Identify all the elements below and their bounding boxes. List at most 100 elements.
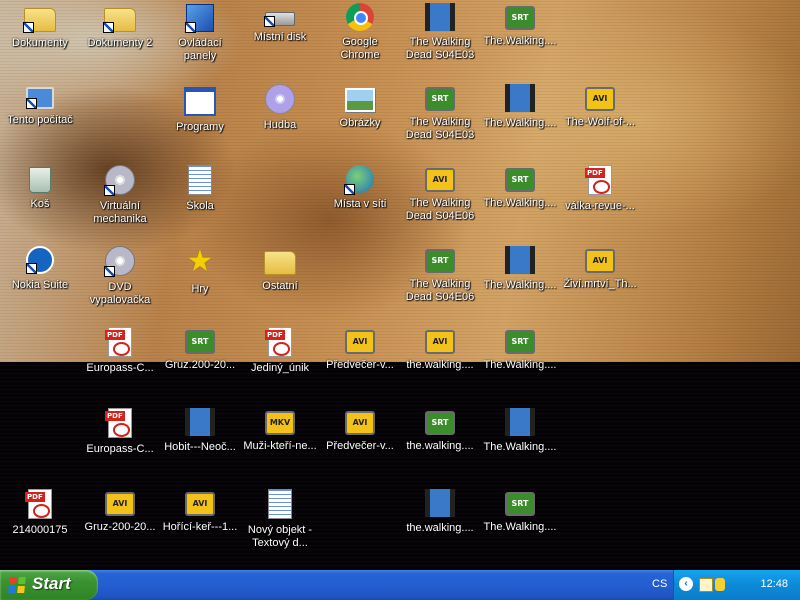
desktop-icon-dokumenty-2[interactable]: Dokumenty 2 bbox=[80, 0, 160, 80]
desktop-icon-srt[interactable]: SRT The Walking Dead S04E03 bbox=[400, 81, 480, 161]
desktop-icon-pdf[interactable]: Europass-C... bbox=[80, 324, 160, 404]
icon-label: Nokia Suite bbox=[11, 279, 69, 291]
desktop-icon-avi[interactable]: AVI Hořící-keř---1... bbox=[160, 486, 240, 566]
desktop-icon-google-chrome[interactable]: Google Chrome bbox=[320, 0, 400, 80]
desktop-icon-avi[interactable]: AVI Gruz-200-20... bbox=[80, 486, 160, 566]
pictures-icon bbox=[345, 88, 375, 112]
desktop-icon-srt[interactable]: SRT The.Walking.... bbox=[480, 486, 560, 566]
icon-label: Předvečer-v... bbox=[326, 440, 394, 452]
icon-label: The.Walking.... bbox=[483, 359, 557, 371]
icon-label: The-Wolf-of-... bbox=[564, 116, 636, 128]
desktop-icon-video[interactable]: The.Walking.... bbox=[480, 243, 560, 323]
video-file-icon bbox=[505, 84, 535, 112]
icon-label: válka-revue-... bbox=[565, 200, 635, 212]
icon-label: Místa v síti bbox=[333, 198, 387, 210]
desktop-icon-games[interactable]: ★ Hry bbox=[160, 243, 240, 323]
desktop-icon-programs[interactable]: Programy bbox=[160, 81, 240, 161]
desktop-icon-avi[interactable]: AVI The-Wolf-of-... bbox=[560, 81, 640, 161]
desktop-icon-control-panel[interactable]: Ovládací panely bbox=[160, 0, 240, 80]
desktop[interactable]: Dokumenty Dokumenty 2 Ovládací panely Mí… bbox=[0, 0, 800, 570]
desktop-icon-avi[interactable]: AVI Živí.mrtví_Th... bbox=[560, 243, 640, 323]
star-icon: ★ bbox=[186, 245, 214, 278]
tray-notification-icon[interactable] bbox=[699, 578, 713, 592]
desktop-icon-dvd-burner[interactable]: DVD vypalovačka bbox=[80, 243, 160, 323]
srt-subtitle-icon: SRT bbox=[425, 411, 455, 435]
icon-label: Ovládací panely bbox=[178, 37, 222, 62]
desktop-icon-video[interactable]: Hobit---Neoč... bbox=[160, 405, 240, 485]
icon-label: The.Walking.... bbox=[483, 35, 557, 47]
icon-label: Europass-C... bbox=[86, 362, 154, 374]
show-hidden-icons-chevron-icon[interactable]: ‹ bbox=[679, 577, 693, 591]
desktop-icon-music[interactable]: Hudba bbox=[240, 81, 320, 161]
desktop-icon-srt[interactable]: SRT Gruz.200-20... bbox=[160, 324, 240, 404]
desktop-icon-ostatni[interactable]: Ostatní bbox=[240, 243, 320, 323]
icon-label: Muži-kteří-ne... bbox=[243, 440, 317, 452]
srt-subtitle-icon: SRT bbox=[505, 492, 535, 516]
icon-label: Hudba bbox=[263, 119, 297, 131]
desktop-icon-pictures[interactable]: Obrázky bbox=[320, 81, 400, 161]
desktop-icon-video[interactable]: the.walking.... bbox=[400, 486, 480, 566]
desktop-icon-avi[interactable]: AVI The Walking Dead S04E06 bbox=[400, 162, 480, 242]
icon-label: Europass-C... bbox=[86, 443, 154, 455]
desktop-icon-video[interactable]: The Walking Dead S04E03 bbox=[400, 0, 480, 80]
desktop-icon-srt[interactable]: SRT The Walking Dead S04E06 bbox=[400, 243, 480, 323]
desktop-icon-network-places[interactable]: Místa v síti bbox=[320, 162, 400, 242]
desktop-icon-nokia-suite[interactable]: Nokia Suite bbox=[0, 243, 80, 323]
desktop-icon-srt[interactable]: SRT the.walking.... bbox=[400, 405, 480, 485]
icon-label: Google Chrome bbox=[340, 36, 380, 61]
srt-subtitle-icon: SRT bbox=[185, 330, 215, 354]
desktop-icon-avi[interactable]: AVI Předvečer-v... bbox=[320, 405, 400, 485]
icon-label: The.Walking.... bbox=[483, 521, 557, 533]
icon-label: Předvečer-v... bbox=[326, 359, 394, 371]
icon-label: Gruz.200-20... bbox=[164, 359, 236, 371]
language-indicator[interactable]: CS bbox=[652, 578, 667, 590]
avi-file-icon: AVI bbox=[425, 330, 455, 354]
desktop-icon-avi[interactable]: AVI the.walking.... bbox=[400, 324, 480, 404]
srt-subtitle-icon: SRT bbox=[425, 87, 455, 111]
icon-label: The.Walking.... bbox=[483, 441, 557, 453]
avi-file-icon: AVI bbox=[425, 168, 455, 192]
icon-label: Místní disk bbox=[253, 31, 307, 43]
desktop-icon-recycle-bin[interactable]: Koš bbox=[0, 162, 80, 242]
desktop-icon-avi[interactable]: AVI Předvečer-v... bbox=[320, 324, 400, 404]
desktop-icon-video[interactable]: The.Walking.... bbox=[480, 81, 560, 161]
srt-subtitle-icon: SRT bbox=[505, 330, 535, 354]
start-button[interactable]: Start bbox=[0, 570, 98, 600]
tray-app-icon[interactable] bbox=[715, 578, 725, 591]
video-file-icon bbox=[425, 3, 455, 31]
desktop-icon-skola[interactable]: Škola bbox=[160, 162, 240, 242]
desktop-icon-srt[interactable]: SRT The.Walking.... bbox=[480, 0, 560, 80]
icon-label: The Walking Dead S04E06 bbox=[405, 278, 475, 303]
desktop-icon-pdf[interactable]: Jediný_únik bbox=[240, 324, 320, 404]
icon-label: The.Walking.... bbox=[483, 279, 557, 291]
desktop-icon-dokumenty[interactable]: Dokumenty bbox=[0, 0, 80, 80]
icon-label: Dokumenty 2 bbox=[87, 37, 153, 49]
desktop-icon-mkv[interactable]: MKV Muži-kteří-ne... bbox=[240, 405, 320, 485]
folder-icon bbox=[103, 8, 136, 33]
desktop-icon-virtual-drive[interactable]: Virtuální mechanika bbox=[80, 162, 160, 242]
desktop-icon-pdf[interactable]: Europass-C... bbox=[80, 405, 160, 485]
desktop-icon-srt[interactable]: SRT The.Walking.... bbox=[480, 162, 560, 242]
desktop-icon-text-document[interactable]: Nový objekt - Textový d... bbox=[240, 486, 320, 566]
icon-label: DVD vypalovačka bbox=[89, 281, 151, 306]
desktop-icon-video[interactable]: The.Walking.... bbox=[480, 405, 560, 485]
icon-label: The.Walking.... bbox=[483, 197, 557, 209]
avi-file-icon: AVI bbox=[585, 87, 615, 111]
icon-label: Jediný_únik bbox=[250, 362, 310, 374]
icon-label: Virtuální mechanika bbox=[93, 200, 147, 225]
chrome-icon bbox=[346, 3, 374, 31]
desktop-icon-my-computer[interactable]: Tento počítač bbox=[0, 81, 80, 161]
desktop-icon-pdf[interactable]: 214000175 bbox=[0, 486, 80, 566]
srt-subtitle-icon: SRT bbox=[505, 168, 535, 192]
icon-label: the.walking.... bbox=[406, 440, 474, 452]
desktop-icon-pdf[interactable]: válka-revue-... bbox=[560, 162, 640, 242]
avi-file-icon: AVI bbox=[105, 492, 135, 516]
icon-label: the.walking.... bbox=[406, 359, 474, 371]
desktop-icon-srt[interactable]: SRT The.Walking.... bbox=[480, 324, 560, 404]
icon-label: Programy bbox=[176, 121, 224, 133]
desktop-icon-local-disk[interactable]: Místní disk bbox=[240, 0, 320, 80]
srt-subtitle-icon: SRT bbox=[505, 6, 535, 30]
pdf-file-icon bbox=[585, 165, 612, 195]
pdf-file-icon bbox=[105, 327, 132, 357]
clock[interactable]: 12:48 bbox=[760, 578, 788, 590]
